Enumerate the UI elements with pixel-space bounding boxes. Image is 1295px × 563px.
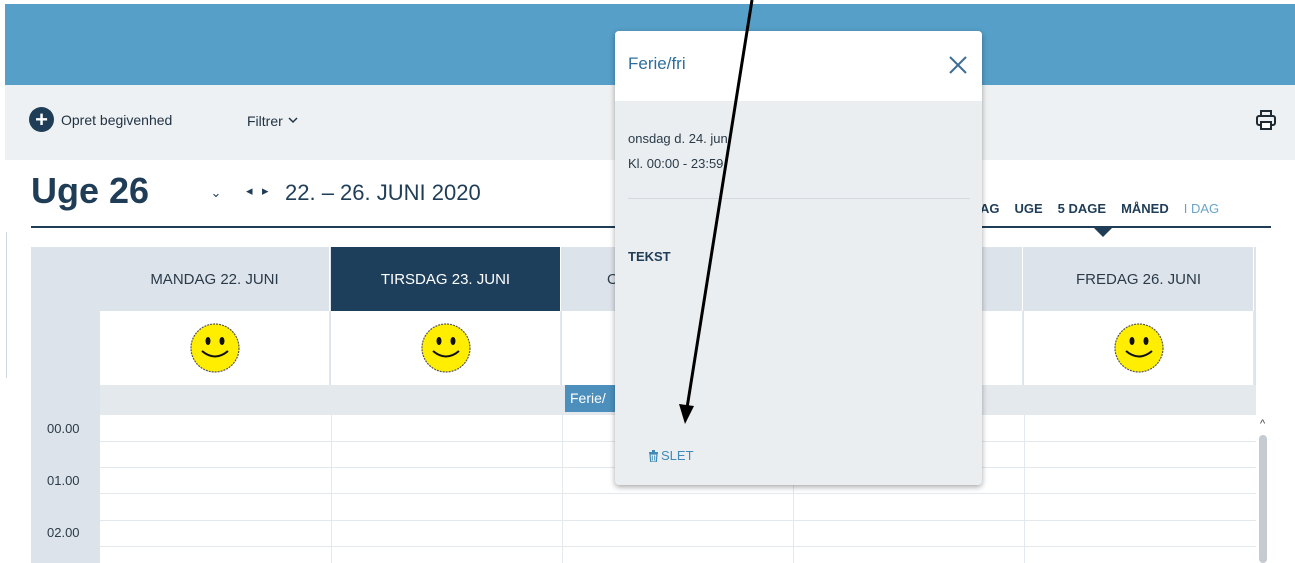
smiley-icon <box>1113 323 1164 373</box>
day-header-friday[interactable]: FREDAG 26. JUNI <box>1024 247 1254 311</box>
event-popup: Ferie/fri onsdag d. 24. jun. Kl. 00:00 -… <box>615 31 982 485</box>
popup-text-label: TEKST <box>628 249 671 264</box>
scrollbar-thumb[interactable] <box>1259 435 1267 563</box>
grid-line <box>100 546 1256 547</box>
tab-day-partial[interactable]: AG <box>980 201 1000 216</box>
chevron-down-icon <box>288 115 298 127</box>
delete-button[interactable]: SLET <box>648 448 694 463</box>
plus-circle-icon: + <box>29 107 54 132</box>
popup-time: Kl. 00:00 - 23:59 <box>628 156 724 171</box>
popup-title: Ferie/fri <box>628 54 686 73</box>
printer-icon[interactable] <box>1255 109 1277 131</box>
time-label: 01.00 <box>47 473 80 488</box>
week-title: Uge 26 <box>31 170 150 211</box>
date-range: 22. – 26. JUNI 2020 <box>285 180 481 205</box>
smiley-icon <box>189 323 240 373</box>
day-header-tuesday[interactable]: TIRSDAG 23. JUNI <box>331 247 561 311</box>
day-cell-tuesday[interactable] <box>331 311 561 385</box>
grid-line <box>562 415 563 563</box>
popup-divider <box>628 198 970 199</box>
scroll-up-icon[interactable]: ^ <box>1260 418 1265 430</box>
smiley-icon <box>420 323 471 373</box>
week-dropdown-button[interactable]: ⌄ <box>205 182 227 204</box>
tab-five-days[interactable]: 5 DAGE <box>1058 201 1106 216</box>
grid-line <box>100 520 1256 521</box>
time-column: 00.00 01.00 02.00 <box>31 415 100 563</box>
active-tab-indicator <box>1094 228 1112 237</box>
day-cell-friday[interactable] <box>1024 311 1254 385</box>
next-week-button[interactable]: ▸ <box>262 183 269 199</box>
filter-button[interactable]: Filtrer <box>247 113 298 129</box>
time-label: 02.00 <box>47 525 80 540</box>
create-event-label: Opret begivenhed <box>61 111 173 128</box>
popup-date: onsdag d. 24. jun. <box>628 131 732 146</box>
grid-line <box>331 415 332 563</box>
popup-header: Ferie/fri <box>615 31 982 101</box>
tab-month[interactable]: MÅNED <box>1121 201 1169 216</box>
delete-label: SLET <box>661 448 694 463</box>
view-tabs: AG UGE 5 DAGE MÅNED I DAG <box>980 201 1219 216</box>
previous-week-button[interactable]: ◂ <box>246 183 253 199</box>
grid-line <box>100 493 1256 494</box>
day-cell-monday[interactable] <box>100 311 330 385</box>
tab-week[interactable]: UGE <box>1015 201 1043 216</box>
create-event-button[interactable]: + Opret begivenhed <box>29 107 172 132</box>
today-button[interactable]: I DAG <box>1184 201 1219 216</box>
side-panel-edge <box>0 232 7 378</box>
grid-line <box>1024 415 1025 563</box>
day-header-monday[interactable]: MANDAG 22. JUNI <box>100 247 330 311</box>
close-icon[interactable] <box>948 55 968 75</box>
trash-icon <box>649 449 658 462</box>
calendar-corner <box>31 247 100 385</box>
filter-label: Filtrer <box>247 113 283 129</box>
time-label: 00.00 <box>47 421 80 436</box>
